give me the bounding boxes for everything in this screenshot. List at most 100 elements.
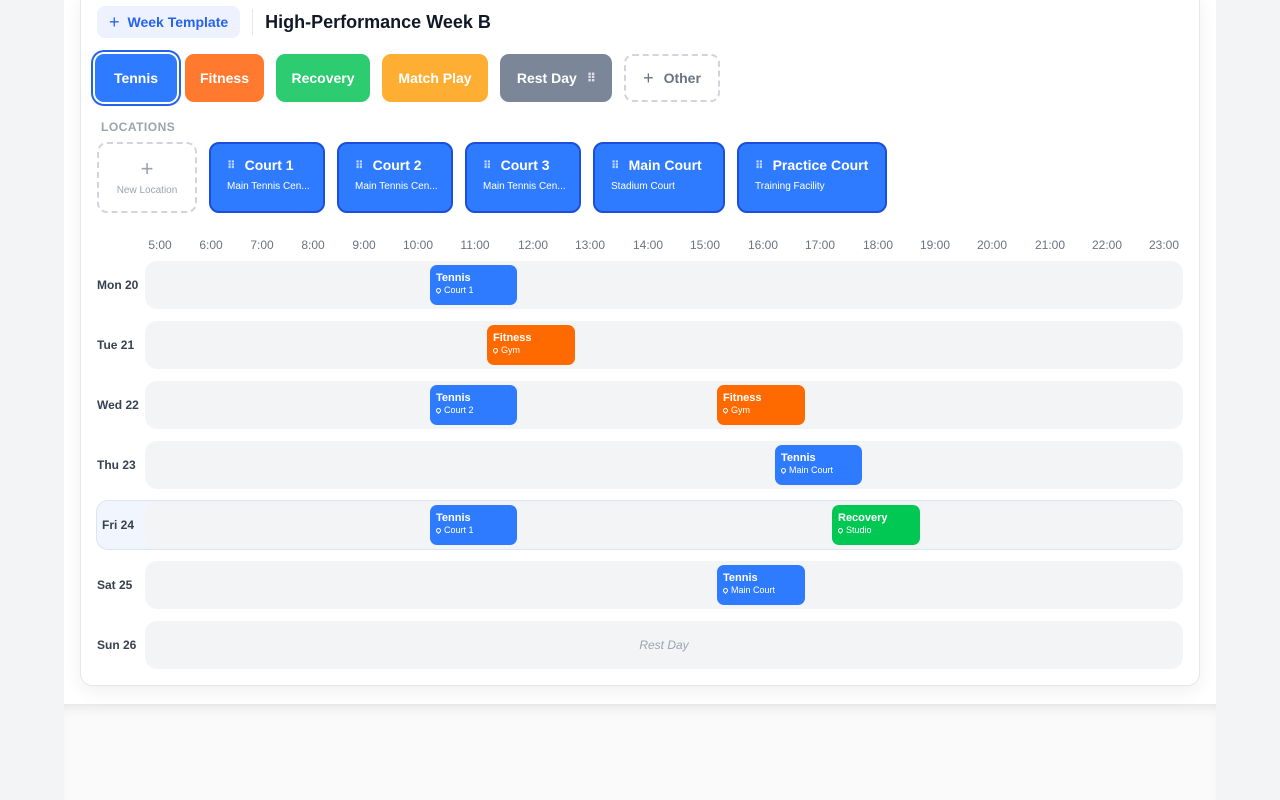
drag-handle-icon[interactable]: ⠿	[587, 71, 596, 85]
day-label: Sun 26	[97, 638, 137, 652]
event-tennis[interactable]: Tennis Main Court	[775, 445, 862, 485]
event-fitness[interactable]: Fitness Gym	[487, 325, 575, 365]
day-track[interactable]	[145, 381, 1183, 429]
location-name: Practice Court	[772, 157, 869, 173]
session-type-fitness[interactable]: Fitness	[185, 54, 264, 102]
event-fitness[interactable]: Fitness Gym	[717, 385, 805, 425]
location-header: ⠿ Court 2	[355, 157, 439, 173]
week-template-label: Week Template	[127, 14, 229, 30]
drag-handle-icon[interactable]: ⠿	[483, 159, 492, 172]
day-label: Tue 21	[97, 338, 135, 352]
plus-icon: +	[643, 67, 654, 88]
session-type-recovery[interactable]: Recovery	[276, 54, 370, 102]
location-card-court-3[interactable]: ⠿ Court 3 Main Tennis Cen...	[465, 142, 581, 213]
day-track[interactable]	[145, 501, 1183, 549]
hour-label: 16:00	[747, 238, 779, 252]
hour-label: 11:00	[460, 238, 490, 252]
event-location-text: Court 2	[444, 405, 474, 415]
pin-icon	[836, 526, 845, 535]
session-type-other[interactable]: + Other	[624, 54, 720, 102]
session-type-label: Fitness	[199, 70, 249, 86]
location-subtitle: Stadium Court	[611, 181, 675, 192]
locations-label: LOCATIONS	[101, 120, 176, 134]
pin-icon	[434, 526, 443, 535]
location-card-court-1[interactable]: ⠿ Court 1 Main Tennis Cen...	[209, 142, 325, 213]
day-label: Fri 24	[102, 518, 135, 532]
hour-label: 22:00	[1091, 238, 1123, 252]
new-location-label: New Location	[116, 185, 178, 196]
event-location-text: Court 1	[444, 285, 474, 295]
event-location-text: Gym	[731, 405, 750, 415]
hour-label: 13:00	[574, 238, 606, 252]
day-label: Sat 25	[97, 578, 133, 592]
hour-label: 23:00	[1148, 238, 1180, 252]
pin-icon	[721, 586, 730, 595]
hour-label: 14:00	[632, 238, 664, 252]
event-location: Gym	[721, 405, 799, 416]
week-template-button[interactable]: + Week Template	[97, 6, 241, 38]
pin-icon	[721, 406, 730, 415]
divider	[252, 9, 254, 35]
event-title: Tennis	[723, 572, 758, 584]
hour-label: 7:00	[250, 238, 274, 252]
location-name: Court 2	[372, 157, 422, 173]
event-location-text: Court 1	[444, 525, 474, 535]
hour-label: 9:00	[352, 238, 376, 252]
day-row: Wed 22 Tennis Court 2 Fitness Gym	[0, 381, 1280, 429]
page-sheet-lower	[64, 704, 1216, 800]
hour-label: 5:00	[148, 238, 172, 252]
event-location-text: Main Court	[731, 585, 776, 595]
event-tennis[interactable]: Tennis Court 1	[430, 265, 517, 305]
pin-icon	[491, 346, 500, 355]
pin-icon	[434, 406, 443, 415]
event-location: Studio	[836, 525, 914, 536]
hour-label: 12:00	[517, 238, 549, 252]
pin-icon	[434, 286, 443, 295]
day-track[interactable]	[145, 321, 1183, 369]
session-type-label: Recovery	[291, 70, 355, 86]
event-recovery[interactable]: Recovery Studio	[832, 505, 920, 545]
session-type-match-play[interactable]: Match Play	[382, 54, 488, 102]
event-location: Main Court	[721, 585, 799, 596]
event-title: Tennis	[781, 452, 816, 464]
day-track[interactable]	[145, 561, 1183, 609]
location-subtitle: Main Tennis Cen...	[483, 181, 566, 192]
hour-label: 8:00	[301, 238, 325, 252]
event-location: Court 1	[434, 525, 511, 536]
location-name: Court 3	[500, 157, 550, 173]
day-track[interactable]	[145, 261, 1183, 309]
session-type-label: Tennis	[113, 70, 159, 86]
event-title: Fitness	[493, 332, 532, 344]
session-type-rest-day[interactable]: Rest Day ⠿	[500, 54, 612, 102]
session-type-tennis[interactable]: Tennis	[95, 54, 177, 102]
event-tennis[interactable]: Tennis Court 2	[430, 385, 517, 425]
location-card-practice-court[interactable]: ⠿ Practice Court Training Facility	[737, 142, 887, 213]
location-subtitle: Main Tennis Cen...	[227, 181, 310, 192]
drag-handle-icon[interactable]: ⠿	[755, 159, 764, 172]
page-title: High-Performance Week B	[265, 11, 491, 32]
location-card-main-court[interactable]: ⠿ Main Court Stadium Court	[593, 142, 725, 213]
plus-icon: +	[140, 156, 154, 181]
event-tennis[interactable]: Tennis Main Court	[717, 565, 805, 605]
day-row: Mon 20 Tennis Court 1	[0, 261, 1280, 309]
location-header: ⠿ Court 3	[483, 157, 567, 173]
hour-label: 6:00	[199, 238, 223, 252]
drag-handle-icon[interactable]: ⠿	[355, 159, 364, 172]
event-location-text: Gym	[501, 345, 520, 355]
location-header: ⠿ Court 1	[227, 157, 311, 173]
new-location-button[interactable]: + New Location	[97, 142, 197, 213]
day-label: Thu 23	[97, 458, 136, 472]
day-row: Tue 21 Fitness Gym	[0, 321, 1280, 369]
drag-handle-icon[interactable]: ⠿	[227, 159, 236, 172]
hour-axis: 5:00 6:00 7:00 8:00 9:00 10:00 11:00 12:00 13:00…	[0, 238, 1280, 254]
hour-label: 18:00	[862, 238, 894, 252]
rest-day-label: Rest Day	[639, 638, 689, 652]
location-card-court-2[interactable]: ⠿ Court 2 Main Tennis Cen...	[337, 142, 453, 213]
event-location-text: Studio	[846, 525, 872, 535]
event-location: Court 1	[434, 285, 511, 296]
drag-handle-icon[interactable]: ⠿	[611, 159, 620, 172]
event-tennis[interactable]: Tennis Court 1	[430, 505, 517, 545]
day-row: Sun 26 Rest Day	[0, 621, 1280, 669]
day-track[interactable]	[145, 441, 1183, 489]
event-location-text: Main Court	[789, 465, 834, 475]
